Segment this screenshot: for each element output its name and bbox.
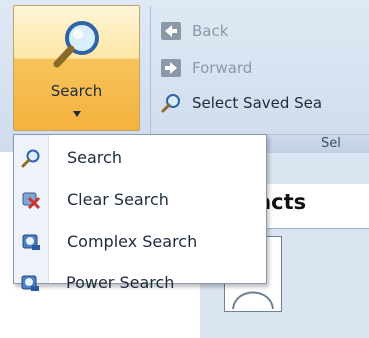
ribbon-group-divider bbox=[150, 6, 151, 152]
back-arrow-icon bbox=[161, 22, 181, 40]
forward-command-label: Forward bbox=[192, 59, 253, 77]
magnifier-icon bbox=[21, 149, 40, 168]
search-button-label: Search bbox=[50, 82, 103, 100]
back-command-label: Back bbox=[192, 22, 229, 40]
magnifier-icon bbox=[161, 94, 180, 113]
clear-search-icon bbox=[22, 192, 41, 210]
menu-item-clear-search[interactable]: Clear Search bbox=[14, 185, 266, 215]
menu-item-label: Clear Search bbox=[67, 190, 169, 209]
magnifier-icon bbox=[53, 21, 99, 68]
power-search-icon bbox=[21, 275, 39, 291]
menu-item-search[interactable]: Search bbox=[14, 143, 266, 173]
search-split-button[interactable]: Search bbox=[13, 5, 140, 131]
back-command[interactable]: Back bbox=[160, 18, 228, 44]
menu-item-complex-search[interactable]: Complex Search bbox=[14, 227, 266, 257]
forward-command[interactable]: Forward bbox=[160, 55, 252, 81]
chevron-down-icon[interactable] bbox=[72, 110, 82, 118]
search-dropdown-menu: Search Clear Search Complex Search bbox=[13, 134, 267, 284]
forward-arrow-icon bbox=[161, 59, 181, 77]
menu-item-label: Power Search bbox=[66, 273, 175, 292]
complex-search-icon bbox=[22, 234, 40, 250]
select-saved-search-label: Select Saved Sea bbox=[192, 94, 323, 112]
select-saved-search-command[interactable]: Select Saved Sea bbox=[160, 90, 322, 116]
menu-item-label: Complex Search bbox=[67, 232, 198, 251]
menu-item-power-search-row[interactable]: Power Search bbox=[13, 268, 267, 298]
menu-item-label: Search bbox=[67, 148, 122, 167]
